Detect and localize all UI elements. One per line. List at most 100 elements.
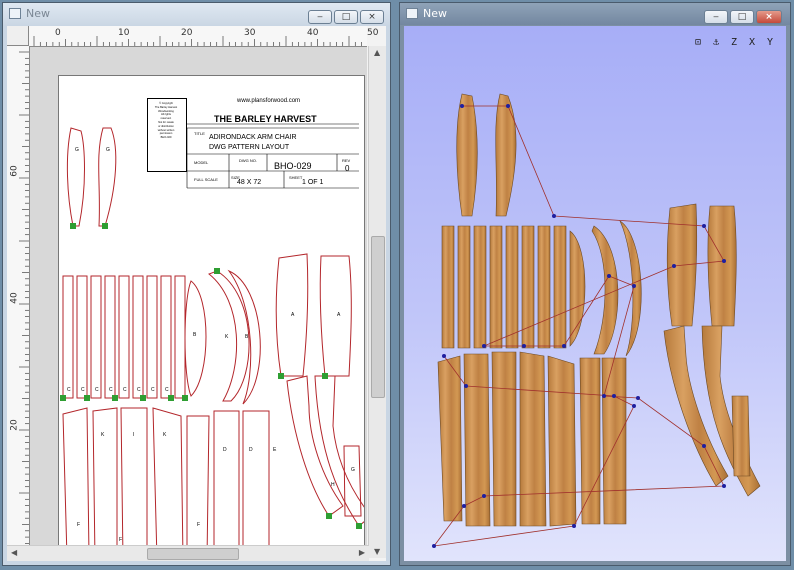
wood-part — [569, 230, 586, 347]
part-letter: F — [119, 537, 122, 543]
drawing-client-area[interactable]: 0 10 20 30 40 50 60 40 20 0 www.plansfor… — [7, 26, 386, 561]
toolpath-node — [607, 274, 611, 278]
part-outline-a — [319, 255, 352, 377]
wood-part — [521, 225, 535, 349]
minimize-button[interactable]: ‒ — [704, 10, 728, 24]
view-x-icon[interactable]: X — [744, 34, 760, 50]
toolpath-node — [432, 544, 436, 548]
wood-part — [456, 93, 478, 217]
part-outline-g — [98, 127, 117, 227]
wood-part — [473, 225, 487, 349]
layout-window[interactable]: New ‒ □ × 0 10 20 30 40 50 60 40 20 0 — [2, 2, 391, 566]
close-button[interactable]: × — [360, 10, 384, 24]
tab-marker — [102, 223, 108, 229]
part-outline-c — [62, 275, 74, 399]
maximize-button[interactable]: □ — [334, 10, 358, 24]
part-letter: C — [137, 387, 141, 393]
part-outline-h — [314, 375, 364, 527]
toolpath-node — [602, 394, 606, 398]
part-outline-f — [186, 415, 210, 550]
toolpath-node — [552, 214, 556, 218]
wood-part — [601, 357, 627, 525]
part-outline-c — [118, 275, 130, 399]
anchor-icon[interactable]: ⚓ — [708, 34, 724, 50]
part-letter: I — [133, 432, 134, 438]
drawing-canvas[interactable]: www.plansforwood.com THE BARLEY HARVEST … — [30, 47, 367, 553]
view-z-icon[interactable]: Z — [726, 34, 742, 50]
title-bar[interactable]: New ‒ □ × — [400, 3, 790, 25]
zoom-extents-icon[interactable]: ⊡ — [690, 34, 706, 50]
part-letter: F — [197, 522, 200, 528]
preview-window[interactable]: New ‒ □ × ⊡ ⚓ Z X Y — [399, 2, 791, 566]
toolpath-node — [462, 504, 466, 508]
wood-part — [579, 357, 601, 525]
part-outline-g — [66, 127, 85, 227]
ruler-label: 10 — [118, 28, 130, 38]
part-outline-c — [160, 275, 172, 399]
part-outline-c — [76, 275, 88, 399]
view-toolbar: ⊡ ⚓ Z X Y — [688, 34, 778, 50]
part-letter: C — [151, 387, 155, 393]
ruler-label: 20 — [181, 28, 193, 38]
part-letter: K — [163, 432, 167, 438]
part-letter: G — [351, 467, 355, 473]
vertical-scrollbar[interactable]: ▲ ▼ — [368, 46, 386, 558]
wood-parts-preview[interactable] — [404, 26, 786, 561]
minimize-button[interactable]: ‒ — [308, 10, 332, 24]
toolpath-node — [612, 394, 616, 398]
wood-part — [537, 225, 551, 349]
3d-viewport[interactable]: ⊡ ⚓ Z X Y — [404, 26, 786, 561]
toolpath-node — [702, 224, 706, 228]
toolpath-node — [482, 344, 486, 348]
part-letter: C — [95, 387, 99, 393]
wood-part — [519, 351, 547, 527]
scroll-right-arrow-icon[interactable]: ▶ — [359, 548, 365, 557]
part-letter: C — [109, 387, 113, 393]
wood-part — [457, 225, 471, 349]
wood-part — [441, 225, 455, 349]
window-title: New — [26, 7, 50, 20]
part-letter: C — [67, 387, 71, 393]
tab-marker — [278, 373, 284, 379]
part-letter: C — [165, 387, 169, 393]
horizontal-scrollbar[interactable]: ◀ ▶ — [7, 545, 369, 561]
toolpath-node — [562, 344, 566, 348]
wood-part — [463, 353, 491, 527]
window-title: New — [423, 7, 447, 20]
wood-part — [591, 225, 619, 355]
vertical-scroll-thumb[interactable] — [371, 236, 385, 398]
wood-part — [731, 395, 751, 477]
part-outline-c — [174, 275, 186, 399]
part-outline-c — [132, 275, 144, 399]
scroll-down-arrow-icon[interactable]: ▼ — [374, 547, 380, 556]
title-bar[interactable]: New ‒ □ × — [3, 3, 390, 25]
maximize-button[interactable]: □ — [730, 10, 754, 24]
part-outline-k — [207, 270, 250, 402]
pattern-parts[interactable]: G GC C C C C C C CB K BA AK I KFFFED DHG — [59, 76, 364, 550]
close-button[interactable]: × — [756, 10, 782, 24]
part-letter: H — [331, 482, 335, 488]
wood-part — [491, 351, 517, 527]
toolpath-node — [442, 354, 446, 358]
wood-part — [619, 220, 642, 357]
drawing-sheet[interactable]: www.plansforwood.com THE BARLEY HARVEST … — [58, 75, 365, 551]
part-outline-c — [90, 275, 102, 399]
scroll-left-arrow-icon[interactable]: ◀ — [11, 548, 17, 557]
part-letter: E — [273, 447, 277, 453]
wood-part — [505, 225, 519, 349]
scroll-up-arrow-icon[interactable]: ▲ — [374, 48, 380, 57]
tab-marker — [356, 523, 362, 529]
view-y-icon[interactable]: Y — [762, 34, 778, 50]
wood-part — [547, 355, 577, 527]
ruler-corner — [7, 26, 29, 46]
part-outline-d — [242, 410, 270, 550]
toolpath-node — [522, 344, 526, 348]
tab-marker — [214, 268, 220, 274]
window-icon — [9, 8, 21, 19]
part-outline-f — [62, 407, 90, 550]
tab-marker — [322, 373, 328, 379]
tab-marker — [60, 395, 66, 401]
ruler-horizontal: 0 10 20 30 40 50 — [29, 26, 378, 47]
ruler-label: 40 — [9, 292, 20, 304]
horizontal-scroll-thumb[interactable] — [147, 548, 239, 560]
